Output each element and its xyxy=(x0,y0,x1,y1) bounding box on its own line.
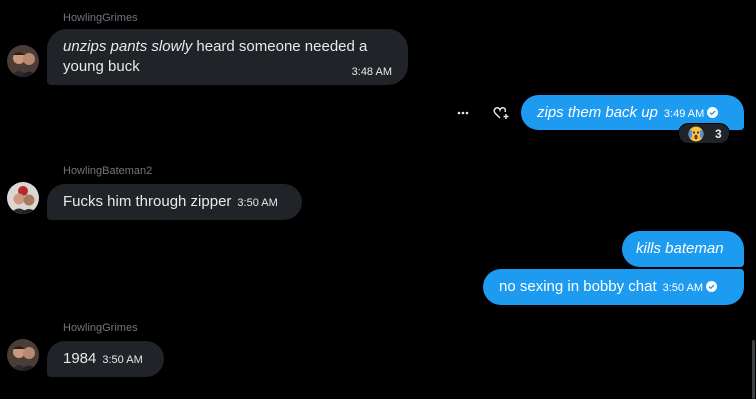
read-check-icon xyxy=(707,107,719,118)
reaction-count: 3 xyxy=(715,127,722,141)
message-bubble[interactable]: kills bateman xyxy=(622,231,744,267)
message-time: 3:49 AM xyxy=(663,108,705,120)
message-text: kills bateman xyxy=(636,240,724,257)
message-text: no sexing in bobby chat xyxy=(499,278,657,295)
read-check-icon xyxy=(705,281,717,292)
message-bubble[interactable]: 1984 3:50 AM xyxy=(47,341,164,377)
message-italic-text: unzips pants slowly xyxy=(63,38,193,55)
message-time: 3:50 AM xyxy=(237,197,278,209)
message-text: zips them back up xyxy=(537,104,658,121)
avatar[interactable] xyxy=(7,339,39,371)
message-time: 3:50 AM xyxy=(102,354,143,366)
message-text: 1984 xyxy=(63,350,97,367)
message-time: 3:50 AM xyxy=(662,282,703,294)
avatar[interactable] xyxy=(7,182,39,214)
message-time: 3:48 AM xyxy=(351,66,392,78)
message-bubble[interactable]: no sexing in bobby chat 3:50 AM xyxy=(483,269,744,305)
add-reaction-icon[interactable] xyxy=(493,106,509,122)
chat-thread: HowlingGrimes unzips pants slowly heard … xyxy=(0,0,756,399)
avatar-image xyxy=(7,182,39,214)
reaction-pill[interactable]: 3 xyxy=(678,123,730,144)
sender-name: HowlingGrimes xyxy=(63,12,138,24)
message-bubble[interactable]: unzips pants slowly heard someone needed… xyxy=(47,29,408,85)
message-text: Fucks him through zipper xyxy=(63,193,232,210)
sender-name: HowlingBateman2 xyxy=(63,165,153,177)
avatar[interactable] xyxy=(7,45,39,77)
avatar-image xyxy=(7,45,39,77)
screaming-face-icon xyxy=(688,126,704,145)
more-options-icon[interactable] xyxy=(456,106,470,122)
message-bubble[interactable]: Fucks him through zipper 3:50 AM xyxy=(47,184,302,220)
avatar-image xyxy=(7,339,39,371)
sender-name: HowlingGrimes xyxy=(63,322,138,334)
scrollbar[interactable] xyxy=(752,340,755,399)
